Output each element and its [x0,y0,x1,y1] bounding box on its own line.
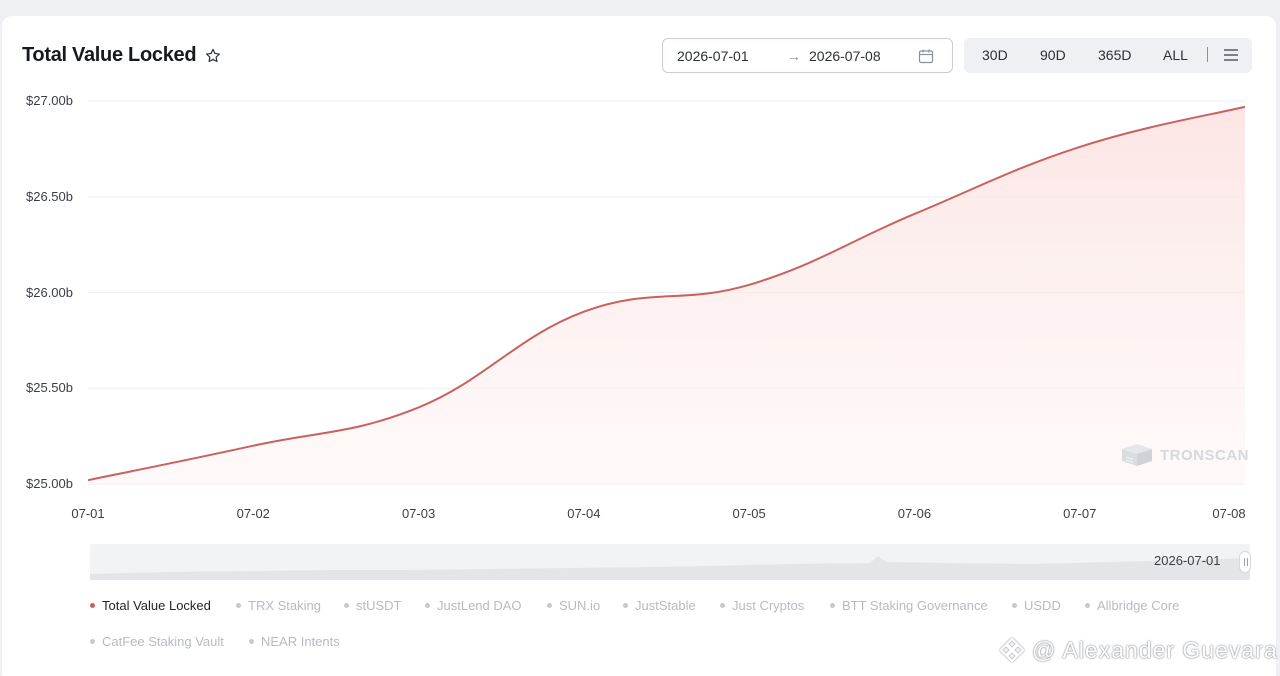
legend-item[interactable]: stUSDT [344,598,402,613]
legend-dot-icon [720,603,725,608]
tronscan-logo-icon [1122,444,1152,466]
zoom-handle[interactable] [1239,551,1251,573]
legend-dot-icon [344,603,349,608]
legend-item[interactable]: TRX Staking [236,598,321,613]
tronscan-watermark: TRONSCAN [1120,442,1249,468]
legend-label: NEAR Intents [261,634,340,649]
zoom-preview [90,556,1250,580]
legend-item[interactable]: USDD [1012,598,1061,613]
legend-dot-icon [830,603,835,608]
credit-watermark: @ Alexander Guevara [998,636,1278,664]
binance-logo-icon [999,637,1025,663]
zoom-slider[interactable] [90,544,1250,580]
legend-dot-icon [425,603,430,608]
legend-item[interactable]: JustStable [623,598,696,613]
legend-label: SUN.io [559,598,601,613]
credit-text: @ Alexander Guevara [1032,636,1278,663]
tronscan-brand: TRONSCAN [1160,446,1249,464]
legend-dot-icon [90,603,95,608]
legend-item[interactable]: Just Cryptos [720,598,804,613]
legend-label: CatFee Staking Vault [102,634,224,649]
legend-label: BTT Staking Governance [842,598,988,613]
legend-label: USDD [1024,598,1061,613]
legend-dot-icon [236,603,241,608]
legend-dot-icon [90,639,95,644]
legend-dot-icon [1085,603,1090,608]
legend-item[interactable]: Allbridge Core [1085,598,1179,613]
legend-dot-icon [623,603,628,608]
legend-item[interactable]: JustLend DAO [425,598,522,613]
legend-label: JustLend DAO [437,598,522,613]
legend-dot-icon [547,603,552,608]
legend-dot-icon [1012,603,1017,608]
legend-label: Allbridge Core [1097,598,1180,613]
legend-item[interactable]: CatFee Staking Vault [90,634,224,649]
legend-label: TRX Staking [248,598,321,613]
legend-item[interactable]: NEAR Intents [249,634,340,649]
legend-label: JustStable [635,598,696,613]
legend-item[interactable]: SUN.io [547,598,600,613]
legend-label: Just Cryptos [732,598,805,613]
zoom-start-label: 2026-07-01 [1154,553,1221,568]
legend-label: stUSDT [356,598,402,613]
legend-label: Total Value Locked [102,598,211,613]
legend-item[interactable]: BTT Staking Governance [830,598,988,613]
legend-item[interactable]: Total Value Locked [90,598,211,613]
tvl-area-fill [88,106,1245,485]
legend-dot-icon [249,639,254,644]
